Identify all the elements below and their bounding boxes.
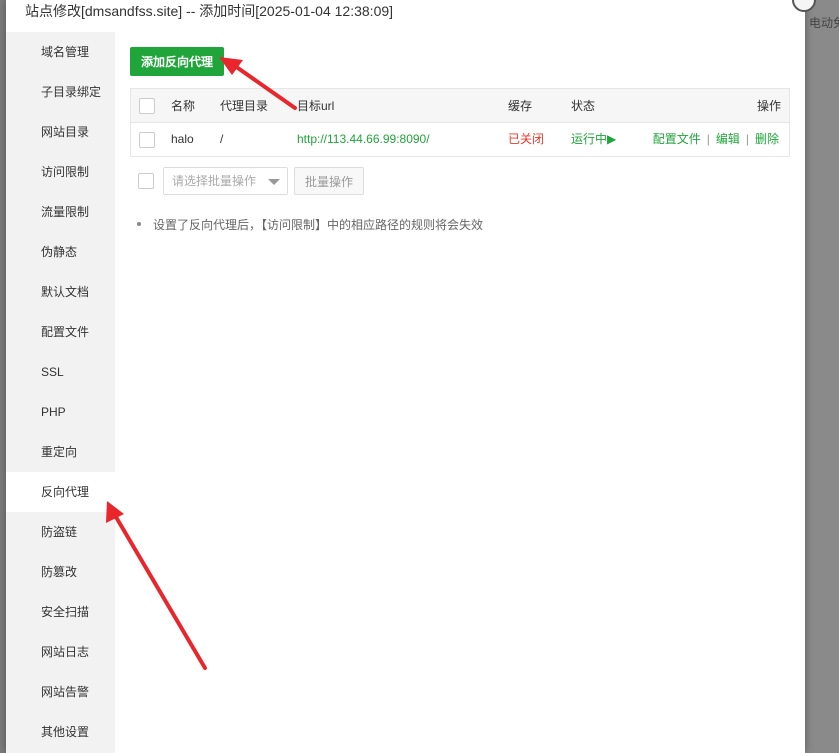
sidebar-item-site-directory[interactable]: 网站目录 — [6, 112, 115, 152]
sidebar-item-domains[interactable]: 域名管理 — [6, 32, 115, 72]
table-header: 名称 代理目录 目标url 缓存 状态 操作 — [131, 89, 789, 123]
batch-operation-select[interactable]: 请选择批量操作 — [163, 167, 288, 195]
row-proxy-dir: / — [220, 132, 224, 146]
sidebar-item-tamper-protection[interactable]: 防篡改 — [6, 552, 115, 592]
row-target-url[interactable]: http://113.44.66.99:8090/ — [297, 123, 430, 156]
action-separator: | — [745, 132, 749, 146]
sidebar-item-config-file[interactable]: 配置文件 — [6, 312, 115, 352]
sidebar-item-other-settings[interactable]: 其他设置 — [6, 712, 115, 752]
dialog-title: 站点修改[dmsandfss.site] -- 添加时间[2025-01-04 … — [6, 0, 805, 26]
header-actions: 操作 — [756, 99, 781, 113]
background-label: 电动免 — [809, 16, 839, 30]
header-name: 名称 — [171, 99, 196, 113]
row-name: halo — [171, 132, 194, 146]
header-cache: 缓存 — [508, 99, 533, 113]
header-status: 状态 — [571, 99, 596, 113]
tip-item: 设置了反向代理后，【访问限制】中的相应路径的规则将会失效 — [130, 216, 483, 233]
row-cache-status[interactable]: 已关闭 — [508, 123, 544, 156]
edit-link[interactable]: 编辑 — [716, 132, 740, 146]
dropdown-triangle-icon — [268, 179, 280, 185]
table-row: halo / http://113.44.66.99:8090/ 已关闭 运行中… — [131, 123, 789, 156]
config-file-link[interactable]: 配置文件 — [653, 132, 701, 146]
row-actions: 配置文件 | 编辑 | 删除 — [653, 123, 779, 156]
batch-select-placeholder: 请选择批量操作 — [172, 174, 257, 188]
sidebar-item-ssl[interactable]: SSL — [6, 352, 115, 392]
header-target-url: 目标url — [297, 99, 335, 113]
sidebar-item-reverse-proxy[interactable]: 反向代理 — [6, 472, 115, 512]
batch-operation-button[interactable]: 批量操作 — [294, 167, 364, 195]
row-status-text: 运行中 — [571, 132, 608, 146]
play-icon: ▶ — [607, 132, 617, 146]
sidebar-item-traffic-limit[interactable]: 流量限制 — [6, 192, 115, 232]
bullet-icon — [137, 222, 141, 227]
row-run-status[interactable]: 运行中▶ — [571, 123, 616, 156]
batch-operation-bar: 请选择批量操作 批量操作 — [130, 167, 370, 195]
header-proxy-dir: 代理目录 — [220, 99, 269, 113]
batch-select-checkbox[interactable] — [138, 173, 154, 189]
sidebar-item-access-limit[interactable]: 访问限制 — [6, 152, 115, 192]
sidebar-item-site-logs[interactable]: 网站日志 — [6, 632, 115, 672]
sidebar-item-subdirectory-binding[interactable]: 子目录绑定 — [6, 72, 115, 112]
sidebar-item-hotlink-protection[interactable]: 防盗链 — [6, 512, 115, 552]
sidebar-item-security-scan[interactable]: 安全扫描 — [6, 592, 115, 632]
sidebar-item-rewrite[interactable]: 伪静态 — [6, 232, 115, 272]
add-reverse-proxy-button[interactable]: 添加反向代理 — [130, 47, 224, 76]
action-separator: | — [706, 132, 710, 146]
row-checkbox[interactable] — [139, 132, 155, 148]
site-edit-dialog: 站点修改[dmsandfss.site] -- 添加时间[2025-01-04 … — [6, 0, 805, 753]
sidebar-item-default-document[interactable]: 默认文档 — [6, 272, 115, 312]
delete-link[interactable]: 删除 — [755, 132, 779, 146]
select-all-checkbox[interactable] — [139, 98, 155, 114]
proxy-table: 名称 代理目录 目标url 缓存 状态 操作 halo / http://113… — [130, 88, 790, 157]
tip-text: 设置了反向代理后，【访问限制】中的相应路径的规则将会失效 — [153, 218, 484, 232]
background-right-strip: 电动免 — [805, 0, 839, 753]
settings-sidebar: 域名管理 子目录绑定 网站目录 访问限制 流量限制 伪静态 默认文档 配置文件 … — [6, 32, 115, 753]
sidebar-item-site-alerts[interactable]: 网站告警 — [6, 672, 115, 712]
sidebar-item-redirect[interactable]: 重定向 — [6, 432, 115, 472]
sidebar-item-php[interactable]: PHP — [6, 392, 115, 432]
